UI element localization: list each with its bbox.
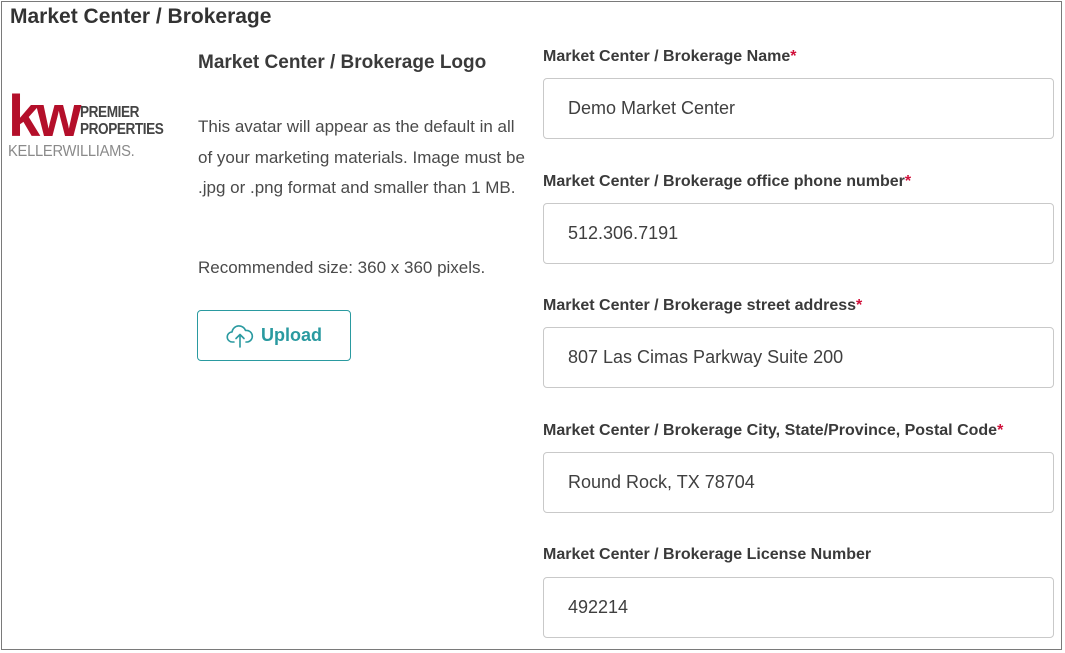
required-marker: * xyxy=(856,297,863,314)
city-state-postal-label: Market Center / Brokerage City, State/Pr… xyxy=(543,422,1004,439)
phone-label: Market Center / Brokerage office phone n… xyxy=(543,173,912,190)
upload-label: Upload xyxy=(261,325,322,345)
kw-mark: kw xyxy=(8,92,82,149)
street-address-label: Market Center / Brokerage street address… xyxy=(543,297,863,314)
logo-premier-text: PREMIER xyxy=(80,104,139,121)
upload-button[interactable]: Upload xyxy=(197,310,351,361)
street-address-input[interactable] xyxy=(543,327,1054,388)
required-marker: * xyxy=(904,173,912,190)
logo-kellerwilliams-text: KELLERWILLIAMS. xyxy=(8,143,135,160)
city-state-postal-input[interactable] xyxy=(543,452,1054,513)
license-number-input[interactable] xyxy=(543,577,1054,638)
license-number-label: Market Center / Brokerage License Number xyxy=(543,546,872,563)
logo-properties-text: PROPERTIES xyxy=(80,121,164,138)
name-label: Market Center / Brokerage Name* xyxy=(543,48,797,65)
phone-input[interactable] xyxy=(543,203,1054,264)
required-marker: * xyxy=(790,48,797,65)
section-title: Market Center / Brokerage xyxy=(10,5,272,28)
cloud-upload-icon xyxy=(226,324,254,348)
logo-heading: Market Center / Brokerage Logo xyxy=(198,52,487,73)
name-input[interactable] xyxy=(543,78,1054,139)
recommended-size: Recommended size: 360 x 360 pixels. xyxy=(198,258,486,277)
logo-description: This avatar will appear as the default i… xyxy=(198,117,525,197)
required-marker: * xyxy=(997,422,1004,439)
